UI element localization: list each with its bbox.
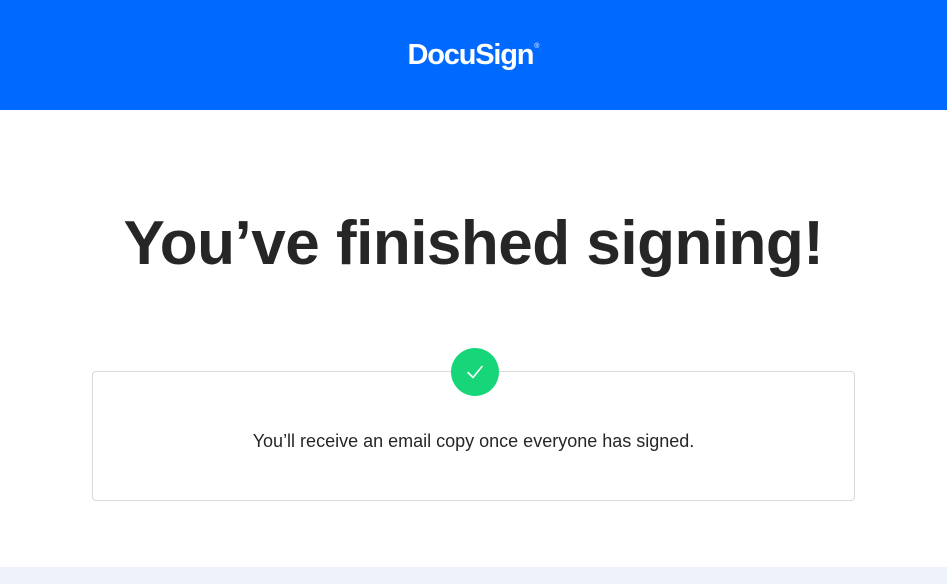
logo-text: DocuSign (407, 39, 535, 71)
app-header: DocuSign® (0, 0, 947, 110)
checkmark-icon (467, 365, 483, 379)
page-title: You’ve finished signing! (123, 209, 824, 278)
registered-mark: ® (534, 43, 540, 50)
success-badge (451, 348, 499, 396)
confirmation-message: You’ll receive an email copy once everyo… (252, 431, 695, 451)
docusign-logo: DocuSign® (0, 29, 947, 73)
footer-band (0, 567, 947, 584)
